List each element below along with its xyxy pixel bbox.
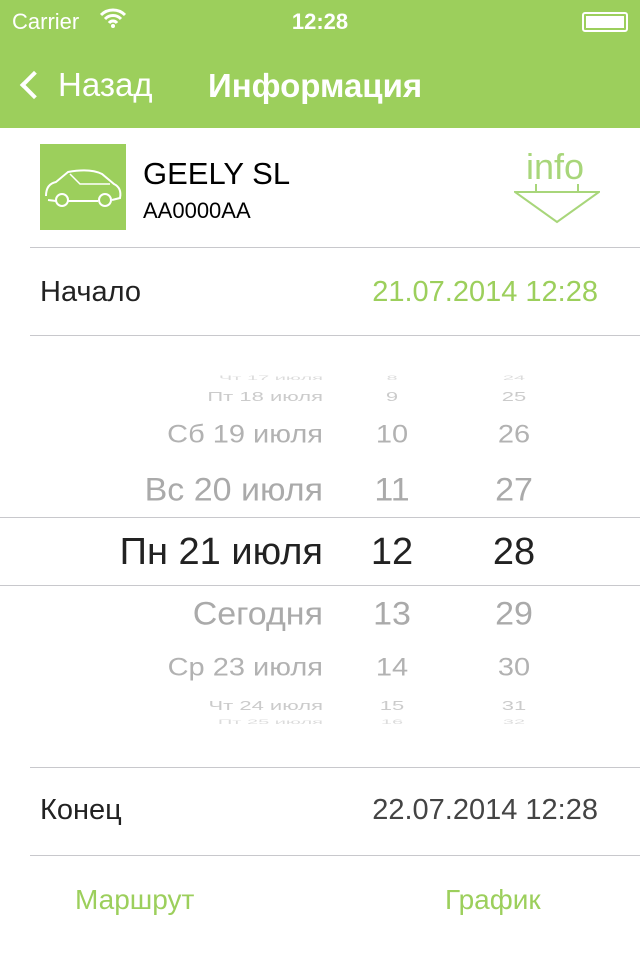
- picker-minute: 27: [495, 471, 533, 509]
- picker-day: Пн 21 июля: [119, 531, 323, 573]
- picker-day: Сб 19 июля: [167, 421, 323, 449]
- picker-row[interactable]: Сегодня 13 29: [0, 590, 640, 638]
- arrow-down-icon: [514, 184, 600, 224]
- picker-hour: 9: [385, 389, 399, 405]
- date-time-picker[interactable]: Чт 17 июля 8 24 Пт 18 июля 9 25 Сб 19 июля 10 26…: [0, 336, 640, 766]
- picker-hour: 12: [370, 531, 414, 573]
- car-name: GEELY SL: [143, 156, 291, 191]
- car-icon: [40, 144, 126, 230]
- picker-day: Сегодня: [192, 595, 323, 633]
- battery-icon: [582, 12, 628, 32]
- picker-minute: 26: [497, 421, 531, 449]
- picker-row[interactable]: Вс 20 июля 11 27: [0, 466, 640, 514]
- start-value: 21.07.2014 12:28: [372, 276, 598, 308]
- route-button[interactable]: Маршрут: [75, 884, 194, 916]
- picker-day: Пт 18 июля: [207, 389, 323, 405]
- start-label: Начало: [40, 276, 142, 308]
- picker-minute: 29: [495, 595, 533, 633]
- picker-row[interactable]: Ср 23 июля 14 30: [0, 647, 640, 690]
- picker-day: Ср 23 июля: [167, 654, 323, 682]
- chevron-left-icon: [19, 70, 49, 100]
- picker-day: Вс 20 июля: [144, 471, 323, 509]
- picker-day: Пт 25 июля: [217, 718, 323, 726]
- picker-hour: 16: [380, 718, 404, 726]
- picker-minute: 28: [492, 531, 536, 573]
- picker-hour: 11: [374, 471, 410, 509]
- picker-minute: 30: [497, 654, 531, 682]
- page-title: Информация: [208, 67, 423, 104]
- selection-line-bottom: [0, 585, 640, 586]
- divider: [30, 855, 640, 856]
- picker-minute: 32: [502, 718, 526, 726]
- picker-hour: 13: [373, 595, 411, 633]
- picker-row[interactable]: Сб 19 июля 10 26: [0, 414, 640, 457]
- info-button[interactable]: info: [514, 146, 600, 224]
- status-time: 12:28: [291, 9, 349, 34]
- end-value: 22.07.2014 12:28: [372, 794, 598, 826]
- picker-row[interactable]: Пн 21 июля 12 28: [0, 527, 640, 577]
- car-plate: AA0000AA: [143, 198, 251, 223]
- navigation-bar: Carrier 12:28 Назад Информация: [0, 0, 640, 128]
- picker-minute: 25: [501, 389, 527, 405]
- selection-line-top: [0, 517, 640, 518]
- schedule-button[interactable]: График: [445, 884, 541, 916]
- picker-row[interactable]: Пт 18 июля 9 25: [0, 382, 640, 412]
- picker-row[interactable]: Пт 25 июля 16 32: [0, 715, 640, 730]
- divider: [30, 767, 640, 768]
- picker-hour: 10: [375, 421, 409, 449]
- back-button[interactable]: Назад: [16, 66, 153, 104]
- end-label: Конец: [40, 794, 122, 826]
- picker-hour: 14: [375, 654, 409, 682]
- divider: [30, 247, 640, 248]
- status-bar: Carrier 12:28: [0, 6, 640, 36]
- back-label: Назад: [58, 66, 153, 103]
